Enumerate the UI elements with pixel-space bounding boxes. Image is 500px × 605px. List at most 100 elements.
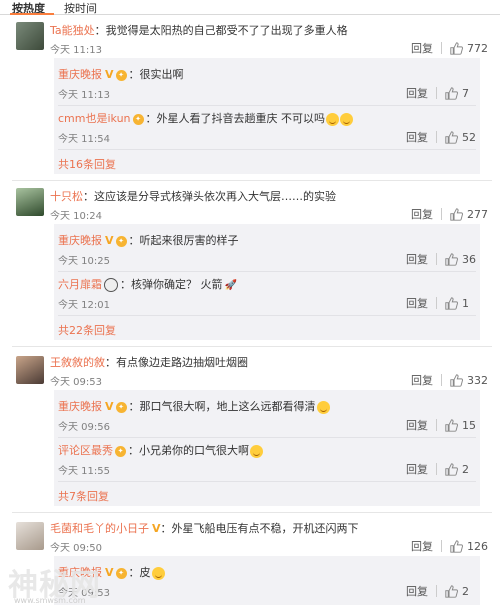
reply-button[interactable]: 回复: [411, 40, 433, 56]
thumbs-up-icon[interactable]: [450, 373, 463, 387]
comment-body: 十只松：这应该是分导式核弹头依次再入大气层……的实验: [50, 188, 336, 204]
reply-text: ：小兄弟你的口气很大啊: [128, 444, 249, 457]
avatar[interactable]: [16, 188, 44, 216]
reply-time: 今天 12:01: [58, 300, 110, 311]
reply-divider: [58, 437, 476, 438]
reply-button[interactable]: 回复: [406, 85, 428, 101]
more-replies-link[interactable]: 共22条回复: [58, 322, 116, 338]
thumbs-up-icon[interactable]: [445, 252, 458, 266]
reply-item: 重庆晚报 V ✦ ：皮 今天 09:53 回复 2: [58, 564, 476, 600]
comment-item: 十只松：这应该是分导式核弹头依次再入大气层……的实验 今天 10:24 回复 2…: [0, 182, 500, 342]
surprised-emoji-icon: [316, 400, 330, 414]
action-divider: [441, 374, 442, 386]
thumbs-up-icon[interactable]: [445, 418, 458, 432]
crying-laugh-emoji-icon: [326, 112, 340, 126]
avatar[interactable]: [16, 22, 44, 50]
avatar[interactable]: [16, 522, 44, 550]
comment-actions: 回复 332: [411, 372, 488, 388]
like-count: 15: [462, 418, 476, 432]
reply-username[interactable]: 重庆晚报: [58, 400, 102, 413]
action-divider: [436, 585, 437, 597]
like-count: 772: [467, 41, 488, 55]
thumbs-up-icon[interactable]: [450, 539, 463, 553]
reply-button[interactable]: 回复: [411, 372, 433, 388]
more-replies-link[interactable]: 共7条回复: [58, 488, 109, 504]
vip-icon: ✦: [132, 113, 144, 125]
comment-actions: 回复 772: [411, 40, 488, 56]
reply-body: 评论区最秀 ✦ ：小兄弟你的口气很大啊: [58, 442, 263, 458]
reply-text: ：皮: [128, 566, 151, 579]
reply-divider: [58, 481, 476, 482]
reply-list: 重庆晚报 V ✦ ：那口气很大啊，地上这么远都看得清 今天 09:56 回复 15 评…: [54, 390, 480, 506]
comment-username[interactable]: Ta能独处: [50, 24, 95, 37]
reply-button[interactable]: 回复: [406, 295, 428, 311]
reply-actions: 回复 2: [406, 583, 476, 599]
reply-body: 六月扉霜 ：核弹你确定？ 火箭 🚀: [58, 276, 237, 292]
reply-list: 重庆晚报 V ✦ ：皮 今天 09:53 回复 2: [54, 556, 480, 605]
thumbs-up-icon[interactable]: [450, 207, 463, 221]
reply-button[interactable]: 回复: [406, 251, 428, 267]
reply-actions: 回复 7: [406, 85, 476, 101]
reply-actions: 回复 2: [406, 461, 476, 477]
comment-divider: [12, 346, 492, 347]
vip-icon: ✦: [115, 401, 127, 413]
reply-username[interactable]: 评论区最秀: [58, 444, 113, 457]
comment-text: ：这应该是分导式核弹头依次再入大气层……的实验: [83, 190, 336, 203]
like-count: 126: [467, 539, 488, 553]
reply-username[interactable]: cmm也是ikun: [58, 112, 131, 125]
verified-icon: V: [105, 234, 114, 247]
reply-button[interactable]: 回复: [406, 461, 428, 477]
comment-actions: 回复 126: [411, 538, 488, 554]
comment-username[interactable]: 毛菌和毛丫的小日子: [50, 522, 149, 535]
tab-sort-time[interactable]: 按时间: [64, 0, 97, 16]
comment-username[interactable]: 十只松: [50, 190, 83, 203]
more-replies-link[interactable]: 共16条回复: [58, 156, 116, 172]
action-divider: [436, 419, 437, 431]
reply-button[interactable]: 回复: [406, 417, 428, 433]
thumbs-up-icon[interactable]: [450, 41, 463, 55]
thumbs-up-icon[interactable]: [445, 462, 458, 476]
crying-laugh-emoji-icon: [340, 112, 354, 126]
reply-text: ：外星人看了抖音去趟重庆 不可以吗: [145, 112, 326, 125]
action-divider: [441, 208, 442, 220]
like-count: 7: [462, 86, 469, 100]
reply-button[interactable]: 回复: [411, 538, 433, 554]
like-count: 2: [462, 584, 469, 598]
comment-time: 今天 10:24: [50, 211, 102, 222]
thumbs-up-icon[interactable]: [445, 584, 458, 598]
panda-badge-icon: [104, 278, 118, 292]
like-count: 36: [462, 252, 476, 266]
reply-time: 今天 10:25: [58, 256, 110, 267]
reply-item: cmm也是ikun ✦ ：外星人看了抖音去趟重庆 不可以吗 今天 11:54 回复 …: [58, 110, 476, 146]
reply-username[interactable]: 重庆晚报: [58, 68, 102, 81]
avatar[interactable]: [16, 356, 44, 384]
reply-button[interactable]: 回复: [406, 129, 428, 145]
rocket-icon: 🚀: [224, 280, 237, 291]
comment-username[interactable]: 王敘敘的敘: [50, 356, 105, 369]
verified-icon: V: [105, 68, 114, 81]
verified-icon: V: [105, 566, 114, 579]
reply-button[interactable]: 回复: [406, 583, 428, 599]
reply-actions: 回复 1: [406, 295, 476, 311]
reply-item: 重庆晚报 V ✦ ：那口气很大啊，地上这么远都看得清 今天 09:56 回复 15: [58, 398, 476, 434]
reply-username[interactable]: 重庆晚报: [58, 234, 102, 247]
reply-item: 六月扉霜 ：核弹你确定？ 火箭 🚀 今天 12:01 回复 1: [58, 276, 476, 312]
reply-body: 重庆晚报 V ✦ ：很实出啊: [58, 66, 184, 82]
thumbs-up-icon[interactable]: [445, 130, 458, 144]
vip-icon: ✦: [115, 69, 127, 81]
reply-text: ：核弹你确定？ 火箭: [120, 278, 223, 291]
thumbs-up-icon[interactable]: [445, 86, 458, 100]
comment-item: 王敘敘的敘：有点像边走路边抽烟吐烟圈 今天 09:53 回复 332 重庆晚报 V…: [0, 348, 500, 508]
comment-divider: [12, 512, 492, 513]
reply-actions: 回复 52: [406, 129, 476, 145]
thumbs-up-icon[interactable]: [445, 296, 458, 310]
reply-time: 今天 09:56: [58, 422, 110, 433]
action-divider: [436, 297, 437, 309]
reply-username[interactable]: 六月扉霜: [58, 278, 102, 291]
action-divider: [436, 463, 437, 475]
reply-time: 今天 11:55: [58, 466, 110, 477]
reply-button[interactable]: 回复: [411, 206, 433, 222]
like-count: 52: [462, 130, 476, 144]
reply-body: cmm也是ikun ✦ ：外星人看了抖音去趟重庆 不可以吗: [58, 110, 354, 126]
reply-actions: 回复 15: [406, 417, 476, 433]
